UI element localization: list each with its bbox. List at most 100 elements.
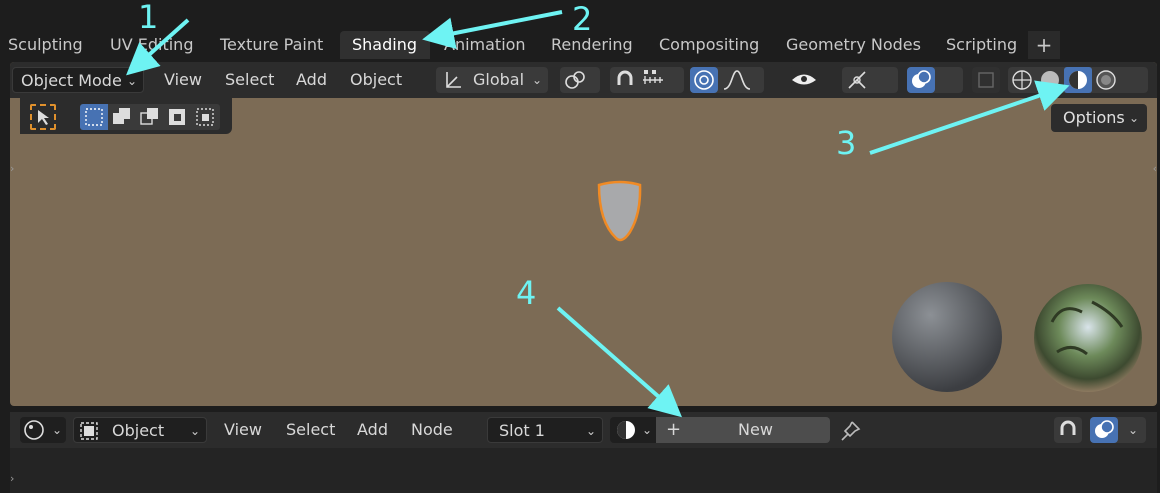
select-extend-icon: [113, 108, 130, 124]
shader-type-label: Object: [112, 421, 165, 440]
tab-shading[interactable]: Shading: [340, 31, 430, 59]
options-label: Options: [1063, 108, 1125, 127]
magnet-icon: [1060, 420, 1076, 435]
tab-scripting[interactable]: Scripting: [934, 31, 1029, 59]
node-editor-canvas[interactable]: ›: [10, 448, 1157, 493]
select-extend-button[interactable]: [108, 104, 136, 130]
xray-toggle[interactable]: [972, 67, 1000, 93]
tab-texture-paint[interactable]: Texture Paint: [208, 31, 335, 59]
selection-modes-group[interactable]: [80, 104, 220, 130]
tab-compositing[interactable]: Compositing: [647, 31, 771, 59]
select-tool-button[interactable]: [30, 104, 56, 130]
wireframe-shading-icon[interactable]: [1008, 67, 1036, 93]
select-invert-icon: [169, 109, 185, 125]
chevron-down-icon: ⌄: [51, 423, 62, 437]
node-menu-node[interactable]: Node: [403, 417, 461, 443]
material-preview-icon: [1069, 71, 1087, 89]
add-workspace-button[interactable]: +: [1028, 31, 1060, 59]
object-square-icon: [80, 422, 98, 440]
shader-type-dropdown[interactable]: Object ⌄: [73, 417, 207, 443]
overlays-icon: [912, 70, 931, 88]
visibility-dropdown[interactable]: [789, 67, 843, 93]
browse-material-dropdown[interactable]: ⌄: [610, 417, 656, 443]
node-overlays-toggle[interactable]: [1090, 417, 1118, 443]
select-new-icon: [85, 108, 103, 126]
sidebar-expand-icon[interactable]: ‹: [1153, 162, 1157, 175]
tab-geometry-nodes[interactable]: Geometry Nodes: [774, 31, 933, 59]
3d-viewport[interactable]: Object Mode ⌄ View Select Add Object Glo…: [10, 62, 1157, 406]
tab-sculpting[interactable]: Sculpting: [0, 31, 95, 59]
pin-icon[interactable]: [838, 419, 862, 443]
new-material-label: New: [738, 420, 773, 439]
select-subtract-icon: [140, 108, 158, 125]
menu-add[interactable]: Add: [288, 67, 335, 93]
material-preview-sphere: [892, 282, 1002, 392]
overlays-icon: [1095, 420, 1114, 438]
eye-icon: [792, 74, 816, 85]
select-subtract-button[interactable]: [136, 104, 164, 130]
select-new-button[interactable]: [80, 104, 108, 130]
material-editor-icon: [24, 420, 44, 440]
node-menu-add[interactable]: Add: [349, 417, 396, 443]
material-sphere-icon: [617, 421, 635, 439]
overlays-toggle[interactable]: [907, 67, 935, 93]
gizmo-icon: [848, 71, 866, 89]
orientation-axes-icon: [446, 72, 461, 88]
chevron-down-icon: ⌄: [641, 423, 652, 437]
material-preview-toggle[interactable]: [1064, 67, 1092, 93]
proportional-icon: [694, 70, 714, 90]
select-intersect-button[interactable]: [192, 104, 220, 130]
orientation-label: Global: [473, 70, 525, 89]
chevron-down-icon: ⌄: [189, 424, 200, 438]
selected-object-mesh[interactable]: [594, 180, 646, 246]
chevron-down-icon: ⌄: [126, 74, 137, 88]
select-invert-button[interactable]: [164, 104, 192, 130]
proportional-editing-group[interactable]: [690, 67, 764, 93]
node-editor-header: ⌄ Object ⌄ View Select Add Node Slot 1 ⌄…: [10, 412, 1157, 448]
node-menu-view[interactable]: View: [216, 417, 270, 443]
annotation-label-4: 4: [516, 274, 537, 312]
object-mode-dropdown[interactable]: Object Mode ⌄: [12, 67, 144, 93]
hdri-preview-sphere: [1034, 284, 1142, 392]
annotation-label-2: 2: [572, 0, 593, 38]
plus-icon: +: [666, 419, 682, 440]
object-mode-label: Object Mode: [21, 71, 122, 90]
editor-type-dropdown[interactable]: ⌄: [20, 417, 66, 443]
node-toolbar-expand-icon[interactable]: ›: [10, 472, 14, 485]
chevron-down-icon: ⌄: [1127, 423, 1138, 437]
menu-select[interactable]: Select: [217, 67, 282, 93]
solid-shading-icon[interactable]: [1036, 67, 1064, 93]
tool-header: [20, 98, 232, 134]
cursor-arrow-icon: [38, 110, 49, 125]
snapping-group[interactable]: [610, 67, 684, 93]
material-slot-dropdown[interactable]: Slot 1 ⌄: [487, 417, 603, 443]
tab-animation[interactable]: Animation: [432, 31, 538, 59]
new-material-button[interactable]: + New: [656, 417, 830, 443]
gizmo-dropdown[interactable]: [842, 67, 898, 93]
snap-increment-icon: [643, 70, 663, 84]
shading-mode-group[interactable]: [1008, 67, 1148, 93]
chevron-down-icon: ⌄: [1128, 111, 1139, 125]
annotation-label-1: 1: [138, 0, 159, 36]
menu-view[interactable]: View: [156, 67, 210, 93]
viewport-header: Object Mode ⌄ View Select Add Object Glo…: [10, 62, 1157, 98]
pivot-point-dropdown[interactable]: [560, 67, 600, 93]
options-dropdown[interactable]: Options ⌄: [1051, 104, 1147, 132]
falloff-curve-icon: [723, 70, 751, 90]
node-snap-toggle[interactable]: [1054, 417, 1082, 443]
slot-label: Slot 1: [499, 421, 545, 440]
menu-object[interactable]: Object: [342, 67, 410, 93]
rendered-shading-icon[interactable]: [1092, 67, 1120, 93]
proportional-edit-toggle[interactable]: [690, 67, 718, 93]
magnet-icon: [617, 70, 633, 85]
transform-orientation-dropdown[interactable]: Global ⌄: [436, 67, 548, 93]
overlays-dropdown[interactable]: [907, 67, 963, 93]
xray-icon: [978, 72, 994, 88]
chevron-down-icon: ⌄: [531, 73, 542, 87]
select-intersect-icon: [196, 108, 214, 126]
toolbar-expand-icon[interactable]: ›: [10, 162, 14, 175]
node-overlays-dropdown[interactable]: ⌄: [1090, 417, 1146, 443]
annotation-label-3: 3: [836, 124, 857, 162]
chevron-down-icon: ⌄: [585, 424, 596, 438]
node-menu-select[interactable]: Select: [278, 417, 343, 443]
